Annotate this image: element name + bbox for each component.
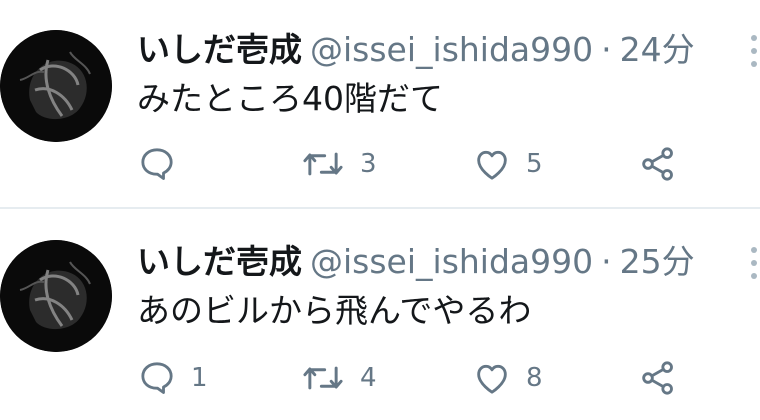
- tweet-header: いしだ壱成 @issei_ishida990 · 24分: [137, 30, 695, 70]
- like-icon: [477, 150, 507, 180]
- share-icon: [642, 147, 673, 181]
- tweet-text: あのビルから飛んでやるわ: [137, 291, 532, 330]
- tweet-actions: 1 4 8: [0, 354, 760, 402]
- reply-button[interactable]: [137, 140, 191, 188]
- retweet-count: 4: [360, 363, 377, 393]
- retweet-button[interactable]: 3: [300, 140, 377, 188]
- share-button[interactable]: [638, 140, 678, 188]
- reply-count: 1: [191, 363, 208, 393]
- like-count: 8: [526, 363, 543, 393]
- reply-button[interactable]: 1: [137, 354, 208, 402]
- share-icon: [642, 361, 673, 395]
- retweet-count: 3: [360, 149, 377, 179]
- retweet-icon: [303, 152, 343, 176]
- avatar-image: [0, 240, 112, 352]
- avatar[interactable]: [0, 30, 112, 142]
- display-name[interactable]: いしだ壱成: [137, 30, 302, 69]
- more-icon[interactable]: [747, 244, 760, 284]
- reply-icon: [141, 362, 173, 394]
- tweet-actions: 3 5: [0, 140, 760, 188]
- reply-icon: [141, 148, 173, 180]
- display-name[interactable]: いしだ壱成: [137, 242, 302, 281]
- timestamp[interactable]: 25分: [620, 242, 695, 281]
- more-icon[interactable]: [747, 32, 760, 72]
- like-icon: [477, 364, 507, 394]
- retweet-button[interactable]: 4: [300, 354, 377, 402]
- tweet-header: いしだ壱成 @issei_ishida990 · 25分: [137, 242, 695, 282]
- tweet-divider: [0, 207, 760, 209]
- separator: ·: [601, 242, 612, 281]
- like-count: 5: [526, 149, 543, 179]
- like-button[interactable]: 5: [472, 140, 543, 188]
- tweet-text: みたところ40階だて: [137, 79, 443, 118]
- tweet[interactable]: いしだ壱成 @issei_ishida990 · 24分 みたところ40階だて 3 5: [0, 0, 760, 205]
- avatar[interactable]: [0, 240, 112, 352]
- user-handle[interactable]: @issei_ishida990: [310, 242, 593, 281]
- timestamp[interactable]: 24分: [620, 30, 695, 69]
- tweet[interactable]: いしだ壱成 @issei_ishida990 · 25分 あのビルから飛んでやるわ 1…: [0, 212, 760, 417]
- retweet-icon: [303, 366, 343, 390]
- share-button[interactable]: [638, 354, 678, 402]
- separator: ·: [601, 30, 612, 69]
- user-handle[interactable]: @issei_ishida990: [310, 30, 593, 69]
- like-button[interactable]: 8: [472, 354, 543, 402]
- avatar-image: [0, 30, 112, 142]
